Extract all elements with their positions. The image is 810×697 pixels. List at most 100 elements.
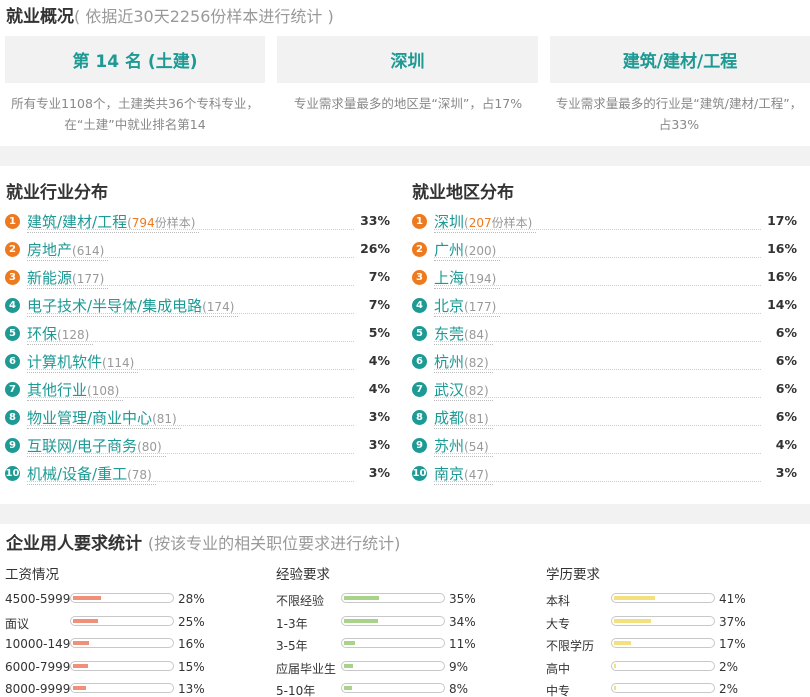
industry-name-text: 环保 [27, 325, 58, 343]
requirement-row: 大专 37% [546, 611, 786, 634]
industry-name-text: 机械/设备/重工 [27, 465, 128, 483]
industry-name-text: 建筑/建材/工程 [27, 213, 128, 231]
region-row[interactable]: 7 武汉(82) 6% [412, 375, 801, 403]
requirement-label: 5-10年 [276, 684, 316, 697]
industry-row[interactable]: 8 物业管理/商业中心(81) 3% [5, 403, 394, 431]
percent: 6% [775, 381, 797, 396]
progress-bar [341, 593, 445, 603]
requirement-row: 4500-5999 28% [5, 588, 245, 611]
industry-name[interactable]: 其他行业(108) [27, 379, 124, 401]
industry-row[interactable]: 9 互联网/电子商务(80) 3% [5, 431, 394, 459]
requirement-percent: 8% [449, 682, 469, 696]
sample-count-value: 614 [76, 244, 100, 258]
region-row[interactable]: 4 北京(177) 14% [412, 291, 801, 319]
education-group: 学历要求 本科 41% 大专 37% 不限学历 17% 高中 2% 中专 2% [546, 566, 786, 697]
region-row[interactable]: 2 广州(200) 16% [412, 235, 801, 263]
rank-badge: 1 [412, 214, 427, 229]
region-name[interactable]: 杭州(82) [434, 351, 493, 373]
industry-name[interactable]: 物业管理/商业中心(81) [27, 407, 181, 429]
percent: 5% [368, 325, 390, 340]
industry-name[interactable]: 互联网/电子商务(80) [27, 435, 166, 457]
requirements-subtitle: (按该专业的相关职位要求进行统计) [147, 534, 401, 553]
requirement-label: 不限经验 [276, 594, 325, 608]
requirement-label: 应届毕业生 [276, 661, 337, 676]
rank-badge: 6 [412, 354, 427, 369]
rank-badge: 2 [412, 242, 427, 257]
region-row[interactable]: 9 苏州(54) 4% [412, 431, 801, 459]
region-name[interactable]: 苏州(54) [434, 435, 493, 457]
industry-row[interactable]: 2 房地产(614) 26% [5, 235, 394, 263]
industry-title: 就业行业分布 [6, 183, 108, 203]
region-name[interactable]: 武汉(82) [434, 379, 493, 401]
region-name[interactable]: 深圳(207份样本) [434, 211, 537, 233]
requirement-label: 大专 [546, 616, 571, 631]
region-row[interactable]: 3 上海(194) 16% [412, 263, 801, 291]
industry-row[interactable]: 5 环保(128) 5% [5, 319, 394, 347]
requirement-percent: 35% [449, 592, 476, 606]
requirement-row: 不限经验 35% [276, 588, 516, 611]
sample-count: (207份样本) [464, 216, 533, 230]
percent: 17% [767, 213, 797, 228]
industry-name[interactable]: 环保(128) [27, 323, 94, 345]
region-name[interactable]: 东莞(84) [434, 323, 493, 345]
sample-count-value: 82 [468, 384, 484, 398]
region-name[interactable]: 南京(47) [434, 463, 493, 485]
industry-name-text: 新能源 [27, 269, 73, 287]
industry-row[interactable]: 6 计算机软件(114) 4% [5, 347, 394, 375]
industry-name[interactable]: 房地产(614) [27, 239, 109, 261]
requirement-percent: 2% [719, 682, 739, 696]
sample-count: (82) [464, 384, 489, 398]
sample-count: (177) [72, 272, 105, 286]
progress-bar [70, 615, 174, 626]
industry-row[interactable]: 4 电子技术/半导体/集成电路(174) 7% [5, 291, 394, 319]
region-row[interactable]: 8 成都(81) 6% [412, 403, 801, 431]
rank-desc: 所有专业1108个，土建类共36个专科专业，在“土建”中就业排名第14 [11, 96, 259, 132]
progress-fill [73, 663, 88, 668]
industry-name[interactable]: 电子技术/半导体/集成电路(174) [27, 295, 239, 317]
industry-name[interactable]: 计算机软件(114) [27, 351, 139, 373]
region-name-text: 北京 [434, 297, 465, 315]
percent: 4% [368, 381, 390, 396]
region-name[interactable]: 上海(194) [434, 267, 501, 289]
industry-row[interactable]: 1 建筑/建材/工程(794份样本) 33% [5, 207, 394, 235]
sample-count-value: 207 [468, 216, 492, 230]
requirement-row: 1-3年 34% [276, 611, 516, 634]
region-row[interactable]: 6 杭州(82) 6% [412, 347, 801, 375]
rank-badge: 7 [5, 382, 20, 397]
region-row[interactable]: 5 东莞(84) 6% [412, 319, 801, 347]
rank-badge: 5 [412, 326, 427, 341]
sample-count: (200) [464, 244, 497, 258]
industry-name[interactable]: 建筑/建材/工程(794份样本) [27, 211, 200, 233]
progress-bar [611, 660, 715, 671]
sample-count-value: 47 [468, 468, 484, 482]
requirement-percent: 28% [178, 592, 205, 606]
region-name-text: 杭州 [434, 353, 465, 371]
requirement-percent: 37% [719, 614, 746, 629]
industry-name[interactable]: 新能源(177) [27, 267, 109, 289]
region-row[interactable]: 10 南京(47) 3% [412, 459, 801, 487]
progress-bar [341, 615, 445, 626]
requirement-label: 面议 [5, 616, 30, 631]
rank-badge: 8 [5, 410, 20, 425]
region-list: 1 深圳(207份样本) 17% 2 广州(200) 16% 3 上海(194) 16% 4 北京(… [412, 207, 801, 487]
requirement-row: 6000-7999 15% [5, 656, 245, 679]
region-row[interactable]: 1 深圳(207份样本) 17% [412, 207, 801, 235]
industry-row[interactable]: 3 新能源(177) 7% [5, 263, 394, 291]
sample-count: (194) [464, 272, 497, 286]
requirement-row: 3-5年 11% [276, 633, 516, 656]
percent: 4% [775, 437, 797, 452]
industry-row[interactable]: 7 其他行业(108) 4% [5, 375, 394, 403]
sample-count: (174) [202, 300, 235, 314]
rank-badge: 4 [412, 298, 427, 313]
industry-name[interactable]: 机械/设备/重工(78) [27, 463, 156, 485]
region-name[interactable]: 北京(177) [434, 295, 501, 317]
percent: 3% [368, 409, 390, 424]
sample-count-value: 81 [468, 412, 484, 426]
region-name[interactable]: 广州(200) [434, 239, 501, 261]
industry-row[interactable]: 10 机械/设备/重工(78) 3% [5, 459, 394, 487]
region-name[interactable]: 成都(81) [434, 407, 493, 429]
region-name-text: 苏州 [434, 437, 465, 455]
percent: 3% [775, 465, 797, 480]
sample-count-value: 128 [61, 328, 85, 342]
sample-count-value: 81 [156, 412, 173, 426]
